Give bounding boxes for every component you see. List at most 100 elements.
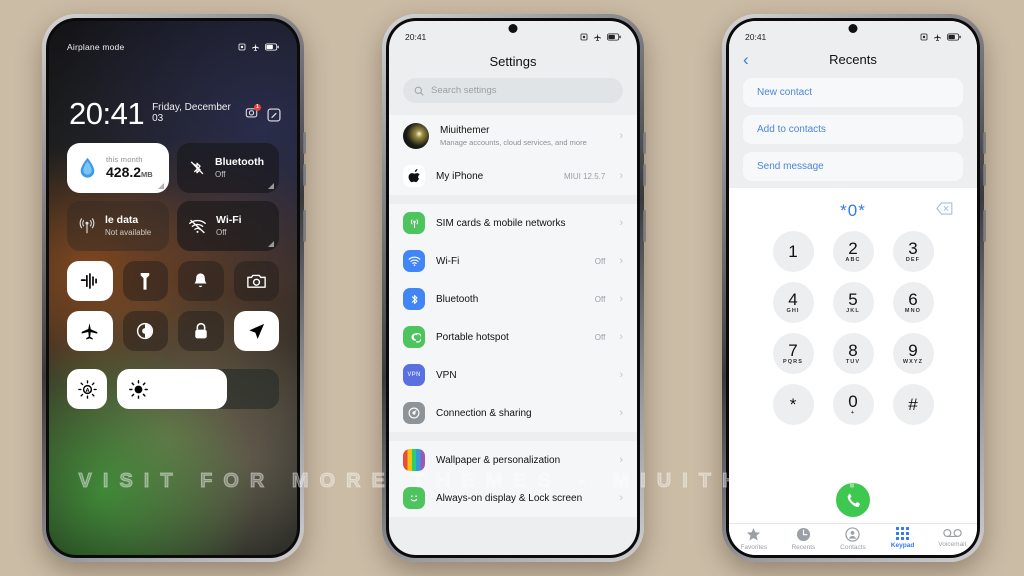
bluetooth-icon [403,288,425,310]
person-icon [845,527,861,542]
voicemail-icon [942,528,962,538]
tile-expand-corner[interactable] [158,183,164,189]
chevron-right-icon: › [619,454,623,466]
settings-row-sim[interactable]: SIM cards & mobile networks › [389,204,637,242]
settings-row-value: Off [594,256,606,266]
key-6[interactable]: 6 MNO [892,282,934,323]
wifi-tile[interactable]: Wi-Fi Off [177,201,279,251]
auto-brightness-button[interactable]: A [67,369,107,409]
toggle-dark-mode[interactable] [122,311,168,351]
volume-up-button[interactable] [303,132,306,154]
close-handle[interactable] [155,406,191,409]
airplane-icon [934,33,941,41]
toggle-airplane[interactable] [67,311,113,351]
cell-signal-icon [79,218,95,234]
toggle-camera[interactable] [233,261,279,301]
send-message-button[interactable]: Send message [743,152,963,181]
phone1-bezel: Airplane mode 20:41 Friday, December 03 … [46,18,300,558]
tile-expand-corner[interactable] [268,241,274,247]
chevron-right-icon: › [619,130,623,142]
key-9[interactable]: 9 WXYZ [892,333,934,374]
entered-number: *0* [840,201,866,220]
call-button[interactable] [836,483,870,517]
volume-down-button[interactable] [983,164,986,186]
power-button[interactable] [643,210,646,242]
camera-badge-icon[interactable]: 1 [245,104,261,124]
key-hash[interactable]: # [892,384,934,425]
brightness-slider[interactable] [117,369,279,409]
key-2[interactable]: 2 ABC [832,231,874,272]
add-to-contacts-button[interactable]: Add to contacts [743,115,963,144]
volume-up-button[interactable] [643,132,646,154]
volume-up-button[interactable] [983,132,986,154]
mobile-data-tile[interactable]: le data Not available [67,201,169,251]
settings-row-wifi[interactable]: Wi-Fi Off › [389,242,637,280]
device-version: MIUI 12.5.7 [563,171,606,181]
tab-label: Favorites [740,544,768,551]
aod-icon [403,487,425,509]
tab-keypad[interactable]: Keypad [878,527,928,551]
device-name: My iPhone [436,170,484,182]
key-digit: 9 [908,340,918,360]
toggle-ring[interactable] [178,261,224,301]
key-0[interactable]: 0 + [832,384,874,425]
key-letters: DEF [905,256,921,263]
quick-toggle-grid [67,261,279,351]
key-4[interactable]: 4 GHI [772,282,814,323]
power-button[interactable] [983,210,986,242]
key-1[interactable]: 1 [772,231,814,272]
key-8[interactable]: 8 TUV [832,333,874,374]
toggle-lock[interactable] [178,311,224,351]
settings-row-label: Wallpaper & personalization [436,454,561,466]
tab-recents[interactable]: Recents [779,527,829,551]
key-star[interactable]: * [772,384,814,425]
toggle-location[interactable] [233,311,279,351]
front-camera [848,24,858,33]
back-chevron-icon[interactable]: ‹ [743,51,749,68]
key-letters: ABC [845,256,861,263]
status-system-icons [580,33,621,42]
key-3[interactable]: 3 DEF [892,231,934,272]
brightness-slider-fill [117,369,228,409]
account-card: Miuithemer Manage accounts, cloud servic… [389,115,637,195]
account-subtitle: Manage accounts, cloud services, and mor… [440,137,587,147]
settings-row-wallpaper[interactable]: Wallpaper & personalization › [389,441,637,479]
settings-row-aod[interactable]: Always-on display & Lock screen › [389,479,637,517]
search-placeholder: Search settings [431,85,497,96]
tab-voicemail[interactable]: Voicemail [927,527,977,551]
apple-icon [403,165,425,187]
phone2-bezel: 20:41 Settings Search settings Miuitheme… [386,18,640,558]
toggle-flashlight[interactable] [122,261,168,301]
account-name: Miuithemer [440,124,490,136]
bluetooth-tile[interactable]: Bluetooth Off [177,143,279,193]
search-input[interactable]: Search settings [403,78,623,103]
settings-row-hotspot[interactable]: Portable hotspot Off › [389,318,637,356]
key-7[interactable]: 7 PQRS [772,333,814,374]
device-row[interactable]: My iPhone MIUI 12.5.7 › [389,157,637,195]
toggle-sound-wave[interactable] [67,261,113,301]
tile-expand-corner[interactable] [268,183,274,189]
key-letters: WXYZ [902,358,924,365]
key-5[interactable]: 5 JKL [832,282,874,323]
account-row[interactable]: Miuithemer Manage accounts, cloud servic… [389,115,637,157]
battery-icon [607,33,621,41]
tab-favorites[interactable]: Favorites [729,527,779,551]
volume-down-button[interactable] [303,164,306,186]
new-contact-button[interactable]: New contact [743,78,963,107]
data-usage-tile[interactable]: this month 428.2MB [67,143,169,193]
volume-down-button[interactable] [643,164,646,186]
settings-row-connection[interactable]: Connection & sharing › [389,394,637,432]
key-digit: 8 [848,340,858,360]
clock-row: 20:41 Friday, December 03 1 [69,98,281,129]
vpn-icon: VPN [403,364,425,386]
settings-row-vpn[interactable]: VPN VPN › [389,356,637,394]
settings-row-bluetooth[interactable]: Bluetooth Off › [389,280,637,318]
tab-contacts[interactable]: Contacts [828,527,878,551]
power-button[interactable] [303,210,306,242]
brightness-icon [129,379,148,399]
dialer-header: 20:41 ‹ Recents New contact Add to conta… [729,21,977,188]
tab-label: Recents [791,544,816,551]
backspace-icon[interactable] [936,202,953,220]
edit-icon[interactable] [267,108,281,122]
data-usage-unit: MB [141,169,153,179]
